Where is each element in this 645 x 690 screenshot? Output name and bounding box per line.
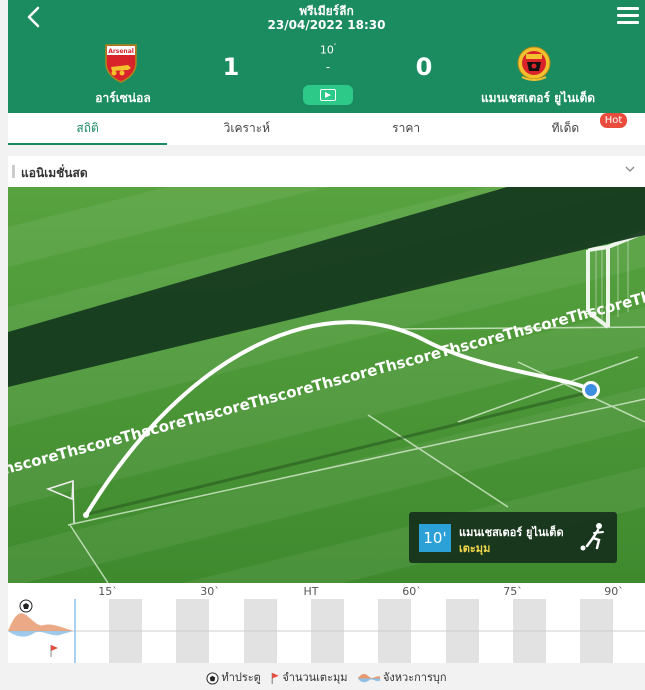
legend-corner: จำนวนเตะมุม <box>270 668 347 686</box>
timeline-chart: 15` 30` HT 60` 75` 90` <box>8 583 645 663</box>
live-animation-header[interactable]: แอนิเมชั่นสด <box>8 156 645 187</box>
section-title: แอนิเมชั่นสด <box>21 166 88 180</box>
timeline-label: 30` <box>200 585 220 598</box>
corner-kick-icon <box>580 523 604 551</box>
match-minute-value: 10 <box>319 43 334 57</box>
tab-tips-label: ทีเด็ด <box>551 121 580 135</box>
legend-goal: ทำประตู <box>206 668 261 686</box>
away-team-name[interactable]: แมนเชสเตอร์ ยูไนเต็ด <box>468 89 608 108</box>
home-team-crest-icon[interactable]: Arsenal <box>104 43 138 83</box>
tab-odds[interactable]: ราคา <box>327 113 486 145</box>
soccer-ball-icon <box>206 671 219 685</box>
event-type: เตะมุม <box>459 542 491 555</box>
tab-tips[interactable]: ทีเด็ด Hot <box>486 113 645 145</box>
match-datetime: 23/04/2022 18:30 <box>267 18 386 32</box>
match-header: พรีเมียร์ลีก 23/04/2022 18:30 Arsenal อา… <box>8 0 645 113</box>
home-crest-label: Arsenal <box>108 48 134 55</box>
match-minute-mark: ' <box>333 42 337 51</box>
video-button[interactable] <box>303 85 353 105</box>
timeline-labels: 15` 30` HT 60` 75` 90` <box>8 583 645 599</box>
timeline-label: HT <box>303 585 319 598</box>
corner-flag-icon <box>271 672 280 684</box>
legend-corner-label: จำนวนเตะมุม <box>282 671 348 684</box>
home-team-name[interactable]: อาร์เซน่อล <box>73 89 173 108</box>
event-card: 10' แมนเชสเตอร์ ยูไนเต็ด เตะมุม <box>409 512 617 563</box>
away-score: 0 <box>415 53 433 81</box>
hot-badge: Hot <box>599 113 628 128</box>
tab-bar: สถิติ วิเคราะห์ ราคา ทีเด็ด Hot <box>8 113 645 145</box>
event-minute: 10' <box>419 524 451 552</box>
tab-stats[interactable]: สถิติ <box>8 113 168 145</box>
timeline-label: 15` <box>98 585 118 598</box>
home-score: 1 <box>222 53 240 81</box>
score-separator: - <box>325 60 331 74</box>
away-team-crest-icon[interactable] <box>517 43 551 83</box>
legend-goal-label: ทำประตู <box>221 671 261 684</box>
chevron-down-icon[interactable] <box>625 164 635 174</box>
timeline-label: 75` <box>503 585 523 598</box>
section-accent-bar <box>12 165 15 178</box>
legend-attack-label: จังหวะการบุก <box>382 671 447 684</box>
timeline-grid <box>8 599 645 663</box>
play-icon <box>320 89 336 101</box>
timeline-label: 90` <box>604 585 624 598</box>
attack-wave-icon <box>357 673 381 682</box>
match-minute: 10' <box>308 42 348 57</box>
tab-analysis[interactable]: วิเคราะห์ <box>167 113 326 145</box>
timeline-label: 60` <box>402 585 422 598</box>
legend-attack: จังหวะการบุก <box>357 668 447 686</box>
timeline-legend: ทำประตู จำนวนเตะมุม จังหวะการบุก <box>8 668 645 690</box>
menu-icon[interactable] <box>617 7 639 25</box>
